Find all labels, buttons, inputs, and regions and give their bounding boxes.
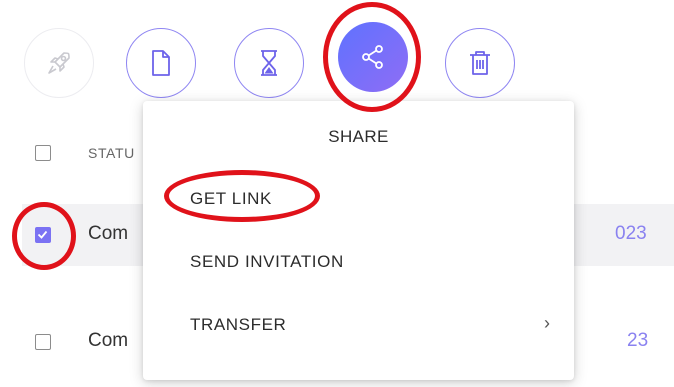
- menu-title: SHARE: [328, 127, 389, 146]
- hourglass-icon: [261, 50, 277, 76]
- row-checkbox[interactable]: [35, 334, 51, 350]
- trash-icon: [470, 51, 490, 75]
- rocket-icon: [48, 52, 70, 74]
- menu-item-label: TRANSFER: [190, 315, 287, 334]
- menu-item-send-invitation[interactable]: SEND INVITATION: [190, 252, 344, 272]
- annotation-ring-get-link: [164, 170, 320, 222]
- row-status: Com: [88, 223, 129, 244]
- row-date: 023: [615, 223, 647, 244]
- row-date: 23: [627, 330, 649, 351]
- document-button[interactable]: [126, 28, 196, 98]
- chevron-right-icon: ›: [544, 313, 550, 333]
- annotation-ring-share: [323, 2, 421, 112]
- delete-button[interactable]: [445, 28, 515, 98]
- share-menu: SHARE GET LINK SEND INVITATION TRANSFER …: [143, 101, 574, 380]
- document-icon: [152, 50, 170, 76]
- menu-item-transfer[interactable]: TRANSFER: [190, 315, 574, 335]
- status-column-header[interactable]: STATU: [88, 145, 135, 161]
- row-status: Com: [88, 330, 129, 351]
- select-all-checkbox[interactable]: [35, 145, 51, 161]
- hourglass-button[interactable]: [234, 28, 304, 98]
- rocket-button[interactable]: [24, 28, 94, 98]
- annotation-ring-checkbox: [12, 202, 76, 270]
